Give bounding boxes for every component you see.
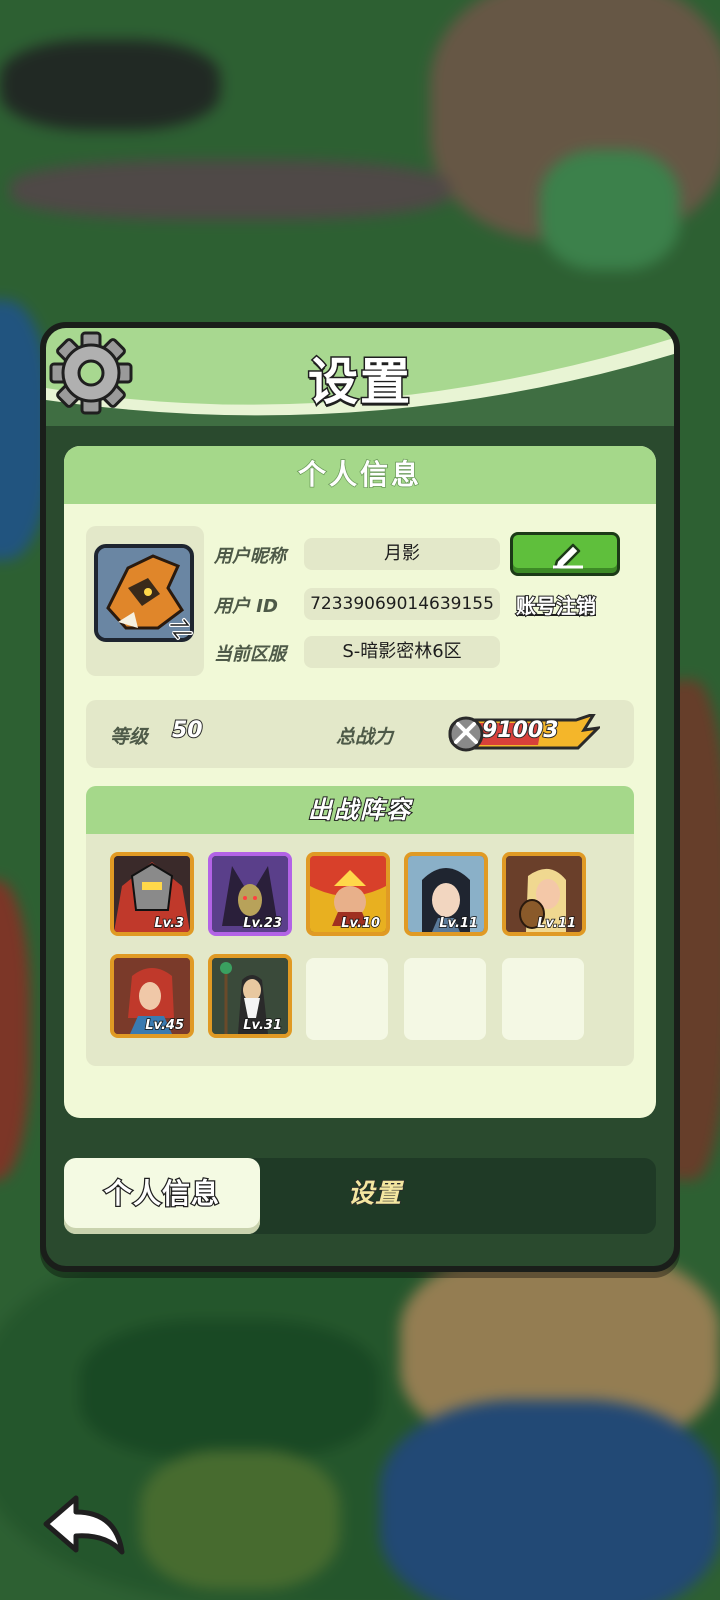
hero-level: Lv.11 <box>439 915 479 932</box>
lineup-title: 出战阵容 <box>86 786 634 834</box>
tab-personal-info[interactable]: 个人信息 <box>64 1158 260 1234</box>
empty-hero-slot[interactable] <box>502 958 584 1040</box>
tab-bar: 个人信息 设置 <box>64 1158 656 1234</box>
power-value: 91003 <box>481 717 560 744</box>
hero-level: Lv.3 <box>154 915 185 932</box>
user-id-label: 用户 ID <box>214 596 278 617</box>
level-value: 50 <box>171 717 204 744</box>
hero-level: Lv.31 <box>243 1017 283 1034</box>
modal-title: 设置 <box>307 352 412 413</box>
settings-modal: 设置 个人信息 用户昵称 月影 用户 ID 72339069014639155 … <box>40 322 680 1272</box>
modal-header: 设置 <box>46 328 674 426</box>
user-id-value: 72339069014639155 <box>304 588 500 620</box>
edit-nickname-button[interactable] <box>510 532 620 576</box>
avatar-container <box>86 526 204 676</box>
hero-slot-6[interactable]: Lv.45 <box>110 954 194 1038</box>
nickname-value: 月影 <box>304 538 500 570</box>
tab-settings[interactable]: 设置 <box>260 1158 490 1234</box>
hero-slot-1[interactable]: Lv.3 <box>110 852 194 936</box>
nickname-label: 用户昵称 <box>214 546 286 567</box>
server-label: 当前区服 <box>214 644 286 665</box>
pencil-icon <box>553 543 583 569</box>
empty-hero-slot[interactable] <box>306 958 388 1040</box>
hero-level: Lv.45 <box>145 1017 185 1034</box>
back-arrow-icon[interactable] <box>40 1492 128 1560</box>
cancel-account-link[interactable]: 账号注销 <box>515 590 597 619</box>
hero-slot-5[interactable]: Lv.11 <box>502 852 586 936</box>
power-label: 总战力 <box>336 726 394 748</box>
hero-level: Lv.23 <box>243 915 283 932</box>
profile-card: 个人信息 用户昵称 月影 用户 ID 72339069014639155 账号注… <box>64 446 656 1118</box>
swap-avatar-icon[interactable] <box>166 614 196 644</box>
server-value: S-暗影密林6区 <box>304 636 500 668</box>
hero-level: Lv.10 <box>341 915 381 932</box>
hero-slot-7[interactable]: Lv.31 <box>208 954 292 1038</box>
empty-hero-slot[interactable] <box>404 958 486 1040</box>
hero-slot-3[interactable]: Lv.10 <box>306 852 390 936</box>
hero-slot-4[interactable]: Lv.11 <box>404 852 488 936</box>
profile-section-title: 个人信息 <box>64 446 656 504</box>
battle-lineup: 出战阵容 Lv.3 Lv.23 Lv.10 Lv.11 Lv.11 Lv.45 … <box>86 786 634 1066</box>
hero-slot-2[interactable]: Lv.23 <box>208 852 292 936</box>
hero-level: Lv.11 <box>537 915 577 932</box>
stats-row: 等级 50 总战力 91003 <box>86 700 634 768</box>
level-label: 等级 <box>110 726 149 748</box>
